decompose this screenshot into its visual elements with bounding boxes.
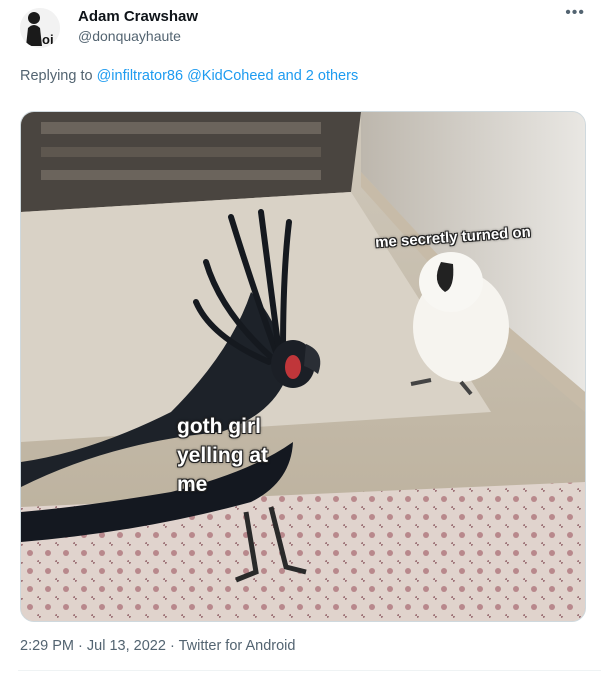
replying-prefix: Replying to (20, 68, 93, 84)
separator: · (169, 638, 175, 654)
mention-link-2[interactable]: @KidCoheed (187, 68, 273, 84)
author-handle[interactable]: @donquayhaute (78, 28, 181, 44)
meme-caption-bottom: goth girl yelling at me (177, 415, 269, 496)
meme-illustration (21, 112, 585, 621)
author-name[interactable]: Adam Crawshaw (78, 8, 198, 25)
avatar[interactable]: oi (20, 8, 60, 48)
avatar-text: oi (42, 32, 54, 47)
more-options-icon[interactable]: ••• (565, 4, 585, 22)
tweet-date[interactable]: Jul 13, 2022 (87, 638, 166, 654)
tweet-time[interactable]: 2:29 PM (20, 638, 74, 654)
others-link[interactable]: and 2 others (278, 68, 359, 84)
tweet-media-image[interactable]: me secretly turned on goth girl yelling … (20, 111, 586, 622)
separator: · (78, 638, 83, 654)
mention-link-1[interactable]: @infiltrator86 (97, 68, 183, 84)
tweet-timestamp: 2:29 PM · Jul 13, 2022 · Twitter for And… (20, 638, 295, 654)
replying-to-line: Replying to @infiltrator86 @KidCoheed an… (20, 68, 358, 84)
divider (18, 670, 601, 671)
tweet-source[interactable]: Twitter for Android (179, 638, 296, 654)
